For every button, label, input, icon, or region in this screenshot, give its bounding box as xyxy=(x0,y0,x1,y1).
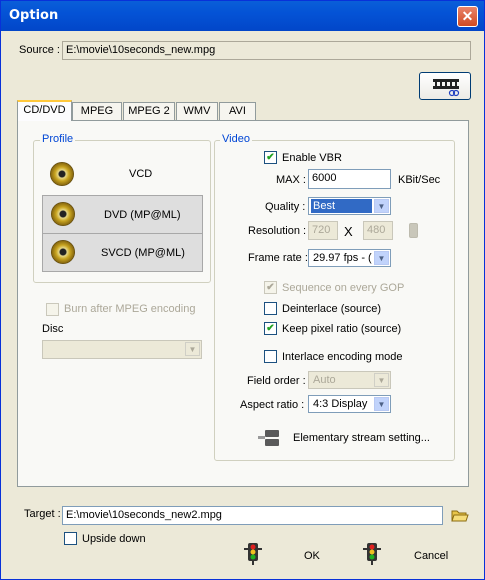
max-bitrate-input[interactable]: 6000 xyxy=(308,169,391,189)
deinterlace-checkbox[interactable] xyxy=(264,302,277,315)
target-label: Target : xyxy=(24,508,61,520)
disc-dropdown[interactable]: ▼ xyxy=(42,340,202,359)
aspect-ratio-value: 4:3 Display xyxy=(313,398,368,410)
resolution-lock-icon[interactable] xyxy=(409,223,418,238)
resolution-label: Resolution : xyxy=(248,225,307,237)
disc-label: Disc xyxy=(42,323,64,335)
field-order-dropdown[interactable]: Auto ▼ xyxy=(308,371,391,389)
profile-svcd-button[interactable]: SVCD (MP@ML) xyxy=(42,233,203,272)
upside-down-checkbox[interactable] xyxy=(64,532,77,545)
max-unit-label: KBit/Sec xyxy=(398,174,441,186)
resolution-width-input[interactable]: 720 xyxy=(308,221,338,240)
ok-label: OK xyxy=(304,550,320,562)
window-title: Option xyxy=(9,8,59,23)
target-path-input[interactable]: E:\movie\10seconds_new2.mpg xyxy=(62,506,443,525)
preview-button[interactable] xyxy=(419,72,471,100)
interlace-mode-label: Interlace encoding mode xyxy=(282,351,403,363)
enable-vbr-checkbox[interactable]: ✔ xyxy=(264,151,277,164)
disc-icon xyxy=(51,240,75,264)
close-icon: ✕ xyxy=(461,8,474,24)
chevron-down-icon: ▼ xyxy=(374,199,389,213)
folder-open-icon[interactable] xyxy=(451,508,469,523)
stream-settings-icon xyxy=(258,430,279,446)
close-button[interactable]: ✕ xyxy=(457,6,478,27)
aspect-ratio-dropdown[interactable]: 4:3 Display ▼ xyxy=(308,395,391,413)
traffic-light-icon xyxy=(244,543,262,565)
film-strip-icon xyxy=(433,79,460,97)
burn-checkbox[interactable] xyxy=(46,303,59,316)
cancel-label: Cancel xyxy=(414,550,449,562)
quality-label: Quality : xyxy=(265,201,306,213)
profile-group-title: Profile xyxy=(40,133,76,145)
profile-vcd-button[interactable]: VCD xyxy=(42,155,203,194)
disc-value xyxy=(45,342,49,356)
interlace-mode-checkbox[interactable] xyxy=(264,350,277,363)
tab-mpeg2[interactable]: MPEG 2 xyxy=(123,102,175,120)
deinterlace-label: Deinterlace (source) xyxy=(282,303,382,315)
burn-label: Burn after MPEG encoding xyxy=(64,303,196,315)
profile-dvd-label: DVD (MP@ML) xyxy=(104,209,181,221)
source-label: Source : xyxy=(19,44,60,56)
chevron-down-icon: ▼ xyxy=(374,373,389,387)
frame-rate-value: 29.97 fps - (3 xyxy=(313,252,372,264)
traffic-light-icon xyxy=(363,543,381,565)
source-path-field[interactable]: E:\movie\10seconds_new.mpg xyxy=(62,41,471,60)
title-bar[interactable]: Option ✕ xyxy=(1,1,484,31)
tab-avi[interactable]: AVI xyxy=(219,102,256,120)
chevron-down-icon: ▼ xyxy=(374,251,389,265)
video-group-title: Video xyxy=(220,133,252,145)
tab-cd-dvd[interactable]: CD/DVD xyxy=(17,100,72,121)
cancel-button[interactable]: Cancel xyxy=(363,541,463,569)
profile-svcd-label: SVCD (MP@ML) xyxy=(101,247,185,259)
resolution-height-input[interactable]: 480 xyxy=(363,221,393,240)
field-order-label: Field order : xyxy=(247,375,306,387)
option-dialog: Option ✕ Source : E:\movie\10seconds_new… xyxy=(0,0,485,580)
tab-wmv[interactable]: WMV xyxy=(176,102,218,120)
quality-value: Best xyxy=(311,199,372,213)
tab-mpeg1[interactable]: MPEG 1 xyxy=(72,102,122,133)
profile-dvd-button[interactable]: DVD (MP@ML) xyxy=(42,195,203,234)
elementary-stream-label: Elementary stream setting... xyxy=(293,432,430,444)
enable-vbr-label: Enable VBR xyxy=(282,152,342,164)
sequence-gop-checkbox[interactable]: ✔ xyxy=(264,281,277,294)
field-order-value: Auto xyxy=(313,374,336,386)
max-label: MAX : xyxy=(276,174,306,186)
ok-button[interactable]: OK xyxy=(244,541,324,569)
chevron-down-icon: ▼ xyxy=(374,397,389,411)
sequence-gop-label: Sequence on every GOP xyxy=(282,282,405,294)
keep-ratio-checkbox[interactable]: ✔ xyxy=(264,322,277,335)
quality-dropdown[interactable]: Best ▼ xyxy=(308,197,391,215)
disc-icon xyxy=(50,162,74,186)
chevron-down-icon: ▼ xyxy=(185,342,200,356)
aspect-ratio-label: Aspect ratio : xyxy=(240,399,305,411)
profile-vcd-label: VCD xyxy=(129,168,153,180)
frame-rate-dropdown[interactable]: 29.97 fps - (3 ▼ xyxy=(308,249,391,267)
elementary-stream-button[interactable]: Elementary stream setting... xyxy=(256,427,431,449)
disc-icon xyxy=(51,202,75,226)
keep-ratio-label: Keep pixel ratio (source) xyxy=(282,323,402,335)
resolution-separator: X xyxy=(344,224,353,239)
upside-down-label: Upside down xyxy=(82,533,146,545)
frame-rate-label: Frame rate : xyxy=(248,252,308,264)
